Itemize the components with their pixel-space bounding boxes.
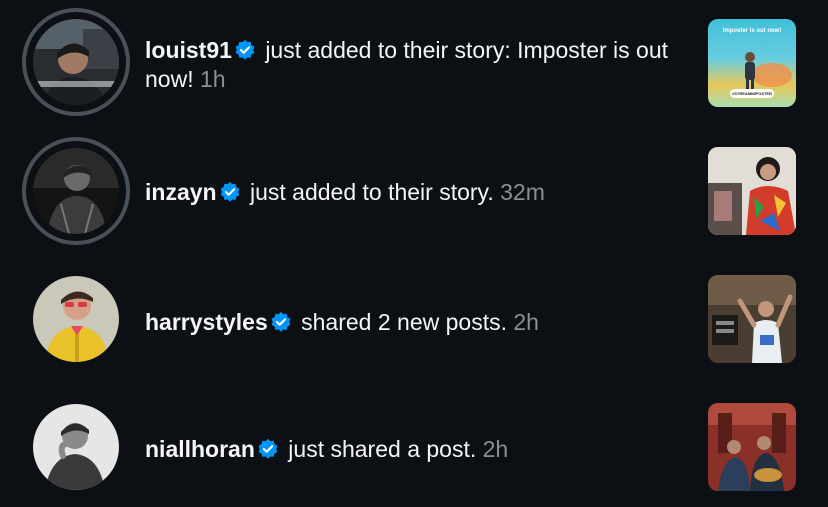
avatar-button[interactable]	[22, 399, 130, 507]
avatar	[33, 404, 119, 490]
person-yellow-jacket-icon	[33, 276, 119, 362]
notification-message: just shared a post.	[288, 436, 477, 462]
person-in-car-icon	[33, 19, 119, 105]
username-link[interactable]: inzayn	[145, 179, 217, 205]
timestamp: 2h	[482, 436, 509, 462]
timestamp: 32m	[500, 179, 545, 205]
verified-badge-icon	[235, 39, 255, 60]
verified-badge-icon	[271, 311, 291, 332]
person-colorful-sweater-icon	[708, 147, 796, 235]
notification-message: just added to their story.	[249, 179, 494, 205]
notification-text: louist91 just added to their story: Impo…	[145, 36, 690, 94]
avatar	[33, 148, 119, 234]
story-thumbnail[interactable]	[708, 147, 796, 235]
avatar	[33, 19, 119, 105]
avatar-button[interactable]	[22, 8, 130, 116]
thumbnail-caption: #STREAMIMPOSTER	[730, 89, 774, 98]
post-thumbnail[interactable]	[708, 403, 796, 491]
person-bw-icon	[33, 148, 119, 234]
notification-text: harrystyles shared 2 new posts. 2h	[145, 308, 690, 337]
avatar-button[interactable]	[22, 271, 130, 379]
person-bw-portrait-icon	[33, 404, 119, 490]
notification-message: shared 2 new posts.	[301, 309, 507, 335]
band-room-icon	[708, 403, 796, 491]
verified-badge-icon	[258, 438, 278, 459]
avatar-button[interactable]	[22, 137, 130, 245]
verified-badge-icon	[220, 181, 239, 202]
story-thumbnail[interactable]: Imposter is out now! #STREAMIMPOSTER	[708, 19, 796, 107]
notification-text: niallhoran just shared a post. 2h	[145, 435, 690, 464]
username-link[interactable]: niallhoran	[145, 436, 255, 462]
notification-text: inzayn just added to their story. 32m	[145, 178, 690, 207]
timestamp: 1h	[199, 66, 226, 92]
studio-person-icon	[708, 275, 796, 363]
timestamp: 2h	[513, 309, 539, 335]
post-thumbnail[interactable]	[708, 275, 796, 363]
username-link[interactable]: harrystyles	[145, 309, 268, 335]
username-link[interactable]: louist91	[145, 37, 232, 63]
avatar	[33, 276, 119, 362]
